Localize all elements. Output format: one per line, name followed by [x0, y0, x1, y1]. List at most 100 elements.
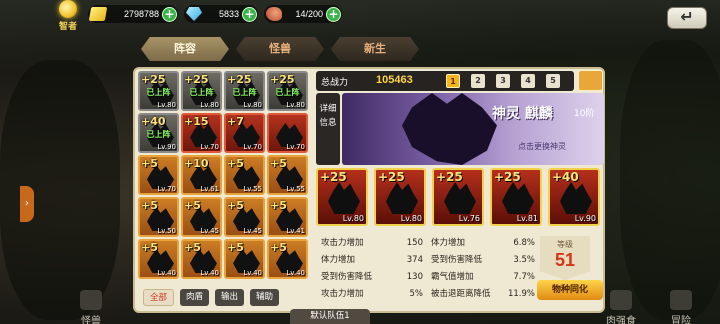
- sage-button[interactable]: 智者: [54, 0, 82, 32]
- monster-level: Lv.80: [342, 214, 364, 223]
- monster-level: Lv.70: [200, 143, 219, 151]
- monster-level: Lv.40: [243, 269, 262, 277]
- monster-rank: +5: [270, 199, 287, 212]
- monster-icon: [80, 290, 102, 310]
- add-gem-button[interactable]: +: [242, 6, 257, 22]
- roster-monster-card[interactable]: +15 Lv.70: [181, 113, 222, 153]
- team-switch-button[interactable]: [578, 70, 603, 91]
- details-button[interactable]: 详细信息: [316, 93, 340, 165]
- god-detail: 详细信息 神灵 麒麟 10阶 点击更换神灵: [316, 93, 604, 165]
- filter-tank[interactable]: 肉盾: [180, 289, 210, 306]
- filter-bar: 全部 肉盾 输出 辅助: [143, 289, 280, 306]
- roster-monster-card[interactable]: +10 Lv.61: [181, 155, 222, 195]
- team-slot-5[interactable]: +40 Lv.90: [548, 168, 600, 226]
- god-portrait[interactable]: 神灵 麒麟 10阶 点击更换神灵: [342, 93, 604, 165]
- monster-rank: +5: [227, 157, 244, 170]
- team-page-2[interactable]: 2: [471, 74, 485, 88]
- monster-level: Lv.40: [157, 269, 176, 277]
- monster-portrait: [386, 182, 418, 214]
- team-name-tab[interactable]: 默认队伍1: [290, 309, 370, 324]
- tab-rebirth[interactable]: 新生: [331, 37, 419, 61]
- monster-level: Lv.80: [400, 214, 422, 223]
- background-tree: [0, 60, 120, 320]
- team-slot-3[interactable]: +25 Lv.76: [432, 168, 484, 226]
- tab-lineup[interactable]: 阵容: [141, 37, 229, 61]
- roster-monster-card[interactable]: +5 Lv.45: [224, 197, 265, 237]
- species-assimilate-button[interactable]: 物种同化: [537, 280, 603, 300]
- roster-monster-card[interactable]: +5 Lv.41: [267, 197, 308, 237]
- god-tier: 10阶: [574, 109, 595, 119]
- deployed-tag: 已上阵: [232, 88, 257, 97]
- monster-level: Lv.55: [243, 185, 262, 193]
- roster-monster-card[interactable]: +40 已上阵 Lv.90: [138, 113, 179, 153]
- level-value: 51: [554, 250, 576, 270]
- gold-value: 2798788: [123, 9, 159, 19]
- background-tree: [620, 40, 720, 320]
- team-slot-1[interactable]: +25 Lv.80: [316, 168, 368, 226]
- team-page-4[interactable]: 4: [521, 74, 535, 88]
- add-gold-button[interactable]: +: [162, 6, 177, 22]
- monster-rank: +25: [141, 73, 166, 86]
- monster-level: Lv.70: [286, 143, 305, 151]
- monster-level: Lv.76: [458, 214, 480, 223]
- deployed-tag: 已上阵: [146, 88, 171, 97]
- monster-rank: +25: [494, 170, 521, 184]
- roster-monster-card[interactable]: +5 Lv.70: [138, 155, 179, 195]
- tab-monsters[interactable]: 怪兽: [236, 37, 324, 61]
- return-button[interactable]: ↵: [667, 7, 707, 29]
- team-slot-4[interactable]: +25 Lv.81: [490, 168, 542, 226]
- team-page-1[interactable]: 1: [446, 74, 460, 88]
- filter-damage[interactable]: 输出: [215, 289, 245, 306]
- team-page-3[interactable]: 3: [496, 74, 510, 88]
- stat-row: 攻击力增加 5% 被击退距离降低 11.9%: [321, 287, 541, 302]
- monster-level: Lv.45: [243, 227, 262, 235]
- roster-monster-card[interactable]: +25 已上阵 Lv.80: [181, 71, 222, 111]
- roster-monster-card[interactable]: +5 Lv.40: [224, 239, 265, 279]
- deployed-tag: 已上阵: [189, 88, 214, 97]
- monster-level: Lv.45: [200, 227, 219, 235]
- side-expand-button[interactable]: ›: [20, 186, 34, 222]
- roster-monster-card[interactable]: +5 Lv.55: [224, 155, 265, 195]
- nav-feast[interactable]: 肉强食: [606, 290, 636, 324]
- nav-adventure[interactable]: 冒险: [670, 290, 692, 324]
- roster-monster-card[interactable]: +5 Lv.40: [267, 239, 308, 279]
- monster-rank: +5: [227, 241, 244, 254]
- stat-row: 攻击力增加 150 体力增加 6.8%: [321, 236, 541, 251]
- nav-monsters[interactable]: 怪兽: [80, 290, 102, 324]
- monster-rank: +5: [270, 241, 287, 254]
- stat-label: 受到伤害降低: [431, 255, 483, 265]
- monster-rank: +5: [184, 241, 201, 254]
- roster-monster-card[interactable]: +5 Lv.55: [267, 155, 308, 195]
- team-slot-2[interactable]: +25 Lv.80: [374, 168, 426, 226]
- roster-monster-card[interactable]: +25 已上阵 Lv.80: [267, 71, 308, 111]
- monster-rank: +10: [184, 157, 209, 170]
- monster-level: Lv.90: [157, 143, 176, 151]
- roster-monster-card[interactable]: +25 已上阵 Lv.80: [138, 71, 179, 111]
- monster-rank: +25: [320, 170, 347, 184]
- nav-monsters-label: 怪兽: [81, 316, 101, 324]
- roster-monster-card[interactable]: +5 Lv.50: [138, 197, 179, 237]
- monster-rank: +5: [184, 199, 201, 212]
- add-stamina-button[interactable]: +: [326, 6, 341, 22]
- roster-monster-card[interactable]: +7 Lv.70: [224, 113, 265, 153]
- stat-value: 11.9%: [507, 289, 535, 299]
- monster-rank: +5: [141, 241, 158, 254]
- monster-level: Lv.55: [286, 185, 305, 193]
- roster-monster-card[interactable]: +5 Lv.40: [138, 239, 179, 279]
- change-god-hint: 点击更换神灵: [518, 142, 566, 151]
- god-name: 神灵 麒麟: [492, 106, 553, 122]
- roster-monster-card[interactable]: +25 已上阵 Lv.80: [224, 71, 265, 111]
- team-page-5[interactable]: 5: [546, 74, 560, 88]
- monster-rank: +40: [141, 115, 166, 128]
- filter-all[interactable]: 全部: [143, 289, 175, 306]
- roster-monster-card[interactable]: +5 Lv.45: [181, 197, 222, 237]
- qilin-beast-image: [402, 93, 497, 165]
- lightbulb-icon: [59, 0, 77, 18]
- roster-monster-card[interactable]: +5 Lv.40: [181, 239, 222, 279]
- monster-portrait: [502, 182, 534, 214]
- filter-support[interactable]: 辅助: [250, 289, 280, 306]
- stat-value: 7.7%: [513, 272, 535, 282]
- monster-level: Lv.81: [516, 214, 538, 223]
- roster-monster-card[interactable]: Lv.70: [267, 113, 308, 153]
- monster-rank: +5: [141, 157, 158, 170]
